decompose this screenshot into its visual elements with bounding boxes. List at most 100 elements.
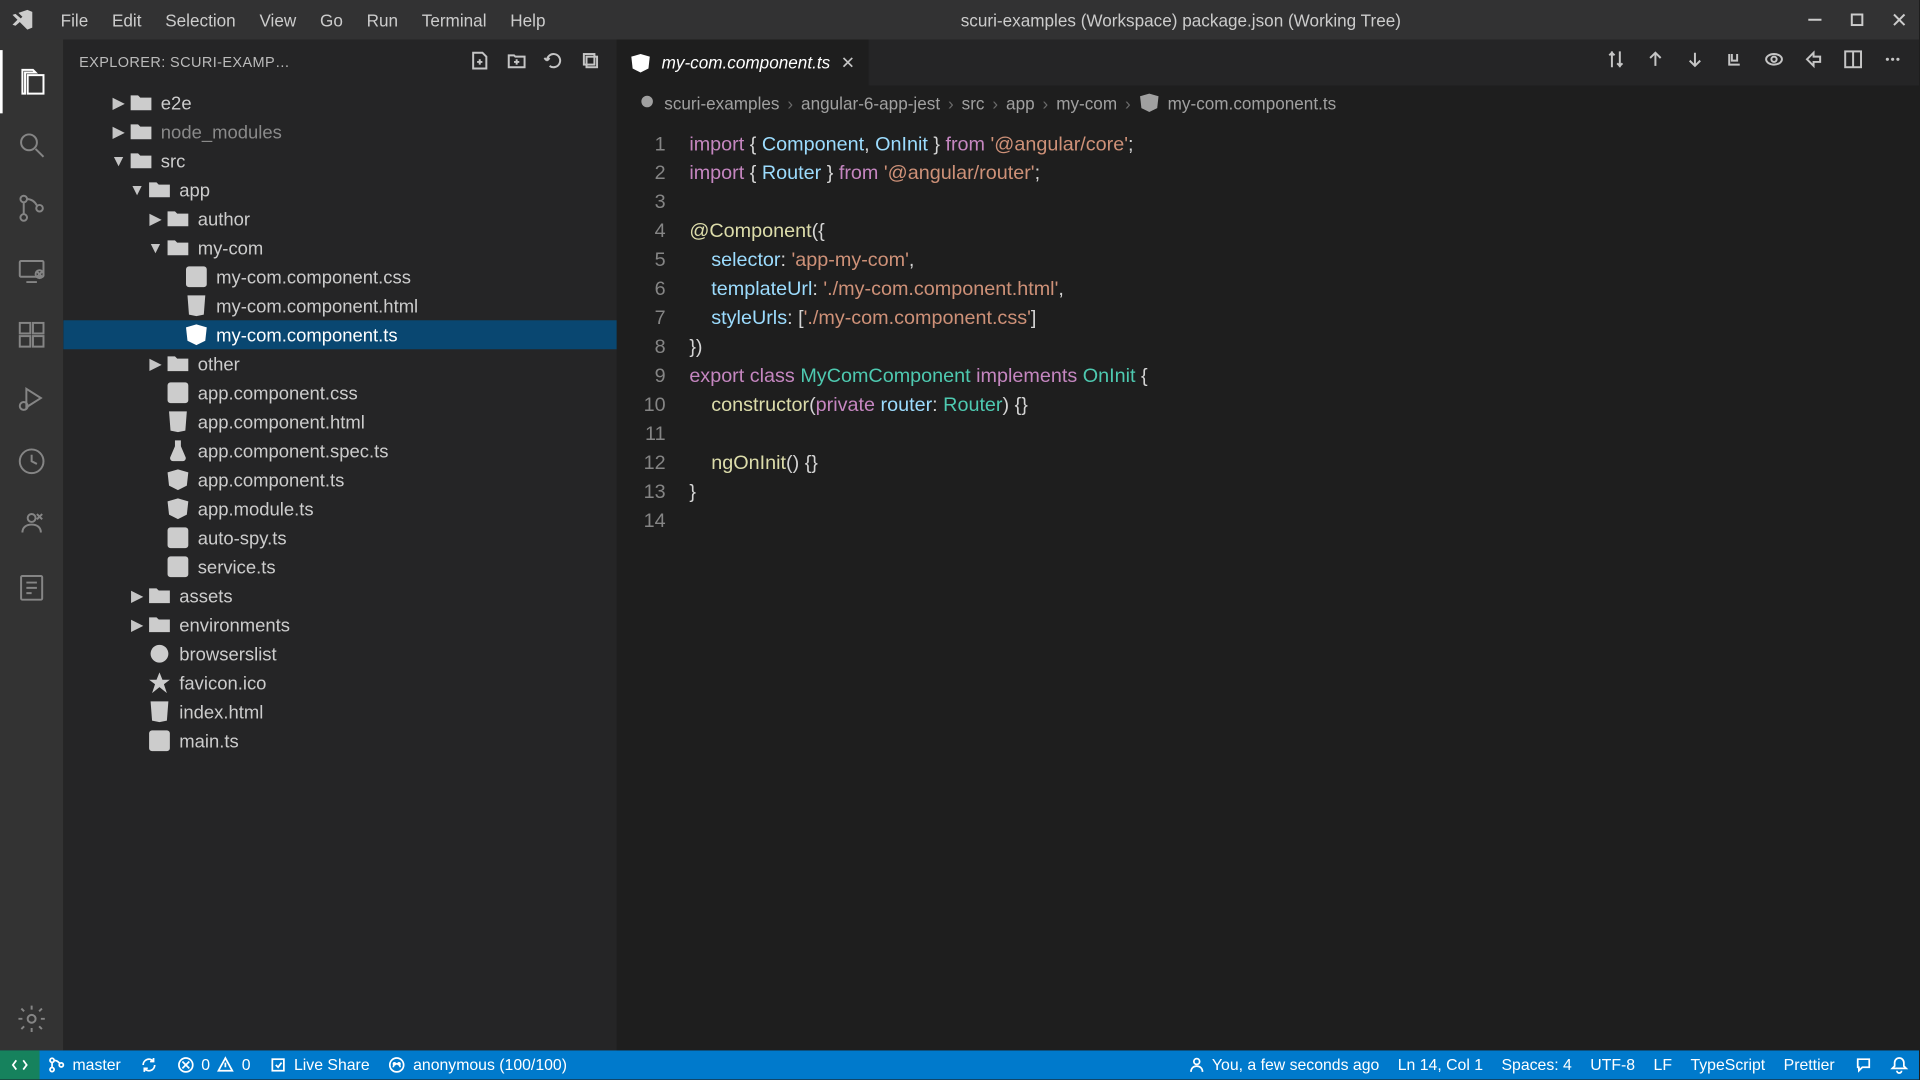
- git-branch[interactable]: master: [47, 1056, 120, 1074]
- tree-item-src[interactable]: ▼src: [63, 146, 617, 175]
- breadcrumb-item[interactable]: angular-6-app-jest: [801, 93, 940, 113]
- tree-item-other[interactable]: ▶other: [63, 349, 617, 378]
- tree-item-my-com-component-css[interactable]: #my-com.component.css: [63, 262, 617, 291]
- preview-icon[interactable]: [1763, 49, 1784, 77]
- close-icon[interactable]: [1890, 11, 1908, 29]
- breadcrumb[interactable]: scuri-examples›angular-6-app-jest›src›ap…: [617, 86, 1919, 120]
- breadcrumb-item[interactable]: app: [1006, 93, 1035, 113]
- more-actions-icon[interactable]: [1882, 49, 1903, 77]
- breadcrumb-item[interactable]: my-com.component.ts: [1168, 93, 1337, 113]
- tab-my-com-component[interactable]: my-com.component.ts ✕: [617, 40, 870, 86]
- tree-item-index-html[interactable]: 5index.html: [63, 697, 617, 726]
- tree-item-label: assets: [179, 585, 232, 606]
- tree-item-browserslist[interactable]: browserslist: [63, 639, 617, 668]
- menu-view[interactable]: View: [249, 5, 307, 35]
- tree-item-assets[interactable]: ▶assets: [63, 581, 617, 610]
- breadcrumb-item[interactable]: scuri-examples: [664, 93, 779, 113]
- outline-icon[interactable]: [0, 556, 63, 619]
- folder-icon: [166, 236, 190, 260]
- tree-item-app-component-ts[interactable]: Aapp.component.ts: [63, 465, 617, 494]
- tree-item-app-component-css[interactable]: #app.component.css: [63, 378, 617, 407]
- angular-icon: A: [166, 468, 190, 492]
- tree-item-label: service.ts: [198, 556, 276, 577]
- chevron-icon: ▶: [145, 355, 166, 373]
- chevron-right-icon: ›: [787, 93, 793, 113]
- maximize-icon[interactable]: [1848, 11, 1866, 29]
- tree-item-app-module-ts[interactable]: Aapp.module.ts: [63, 494, 617, 523]
- tree-item-author[interactable]: ▶author: [63, 204, 617, 233]
- search-icon[interactable]: [0, 113, 63, 176]
- menu-edit[interactable]: Edit: [101, 5, 152, 35]
- indentation[interactable]: Spaces: 4: [1501, 1056, 1571, 1074]
- eol[interactable]: LF: [1654, 1056, 1672, 1074]
- tree-item-node_modules[interactable]: ▶node_modules: [63, 117, 617, 146]
- refresh-icon[interactable]: [543, 50, 564, 75]
- menu-go[interactable]: Go: [309, 5, 353, 35]
- ts-icon: TS: [166, 555, 190, 579]
- settings-gear-icon[interactable]: [0, 987, 63, 1050]
- tree-item-my-com[interactable]: ▼my-com: [63, 233, 617, 262]
- arrow-up-icon[interactable]: [1645, 49, 1666, 77]
- cursor-position[interactable]: Ln 14, Col 1: [1398, 1056, 1483, 1074]
- menu-terminal[interactable]: Terminal: [411, 5, 497, 35]
- liveshare-icon[interactable]: [0, 493, 63, 556]
- code-content[interactable]: import { Component, OnInit } from '@angu…: [689, 130, 1919, 1050]
- tree-item-service-ts[interactable]: TS service.ts: [63, 552, 617, 581]
- tree-item-my-com-component-ts[interactable]: Amy-com.component.ts: [63, 320, 617, 349]
- tree-item-label: index.html: [179, 701, 263, 722]
- tree-item-app-component-spec-ts[interactable]: app.component.spec.ts: [63, 436, 617, 465]
- folder-icon: [166, 207, 190, 231]
- vscode-logo-icon: [11, 8, 35, 32]
- svg-text:A: A: [192, 328, 200, 342]
- whitespace-icon[interactable]: [1724, 49, 1745, 77]
- problems[interactable]: 0 0: [176, 1056, 250, 1074]
- editor-area: my-com.component.ts ✕ scuri-examples › ang…: [617, 40, 1919, 1051]
- menu-selection[interactable]: Selection: [155, 5, 247, 35]
- breadcrumb-item[interactable]: src: [962, 93, 985, 113]
- feedback-icon[interactable]: [1853, 1056, 1871, 1074]
- angular-icon: [630, 52, 651, 73]
- encoding[interactable]: UTF-8: [1590, 1056, 1635, 1074]
- liveshare-status[interactable]: Live Share: [269, 1056, 370, 1074]
- split-editor-icon[interactable]: [1843, 49, 1864, 77]
- menu-run[interactable]: Run: [356, 5, 409, 35]
- tree-item-e2e[interactable]: ▶e2e: [63, 88, 617, 117]
- menu-help[interactable]: Help: [500, 5, 556, 35]
- git-blame[interactable]: You, a few seconds ago: [1187, 1056, 1379, 1074]
- tree-item-main-ts[interactable]: TSmain.ts: [63, 726, 617, 755]
- svg-text:5: 5: [193, 302, 199, 313]
- minimize-icon[interactable]: [1806, 11, 1824, 29]
- anonymous-status[interactable]: anonymous (100/100): [388, 1056, 567, 1074]
- tree-item-favicon-ico[interactable]: favicon.ico: [63, 668, 617, 697]
- svg-text:A: A: [174, 502, 182, 516]
- remote-explorer-icon[interactable]: [0, 240, 63, 303]
- tree-item-label: favicon.ico: [179, 672, 266, 693]
- notifications-icon[interactable]: [1890, 1056, 1908, 1074]
- test-icon: [166, 439, 190, 463]
- tree-item-app[interactable]: ▼app: [63, 175, 617, 204]
- compare-changes-icon[interactable]: [1605, 49, 1626, 77]
- explorer-icon[interactable]: [0, 50, 63, 113]
- language-mode[interactable]: TypeScript: [1690, 1056, 1765, 1074]
- tree-item-app-component-html[interactable]: 5app.component.html: [63, 407, 617, 436]
- timeline-icon[interactable]: [0, 430, 63, 493]
- tree-item-my-com-component-html[interactable]: 5my-com.component.html: [63, 291, 617, 320]
- prettier-status[interactable]: Prettier: [1784, 1056, 1835, 1074]
- new-file-icon[interactable]: [469, 50, 490, 75]
- source-control-icon[interactable]: [0, 177, 63, 240]
- tree-item-environments[interactable]: ▶environments: [63, 610, 617, 639]
- remote-indicator[interactable]: [0, 1050, 40, 1079]
- tab-close-icon[interactable]: ✕: [841, 52, 855, 73]
- collapse-all-icon[interactable]: [580, 50, 601, 75]
- arrow-down-icon[interactable]: [1684, 49, 1705, 77]
- tree-item-auto-spy-ts[interactable]: TSauto-spy.ts: [63, 523, 617, 552]
- code-editor[interactable]: 1234567891011121314 import { Component, …: [617, 120, 1919, 1051]
- revert-icon[interactable]: [1803, 49, 1824, 77]
- extensions-icon[interactable]: [0, 303, 63, 366]
- sync-icon[interactable]: [139, 1056, 157, 1074]
- run-debug-icon[interactable]: [0, 366, 63, 429]
- new-folder-icon[interactable]: [506, 50, 527, 75]
- menu-file[interactable]: File: [50, 5, 99, 35]
- breadcrumb-item[interactable]: my-com: [1056, 93, 1117, 113]
- ts-icon: TS: [148, 729, 172, 753]
